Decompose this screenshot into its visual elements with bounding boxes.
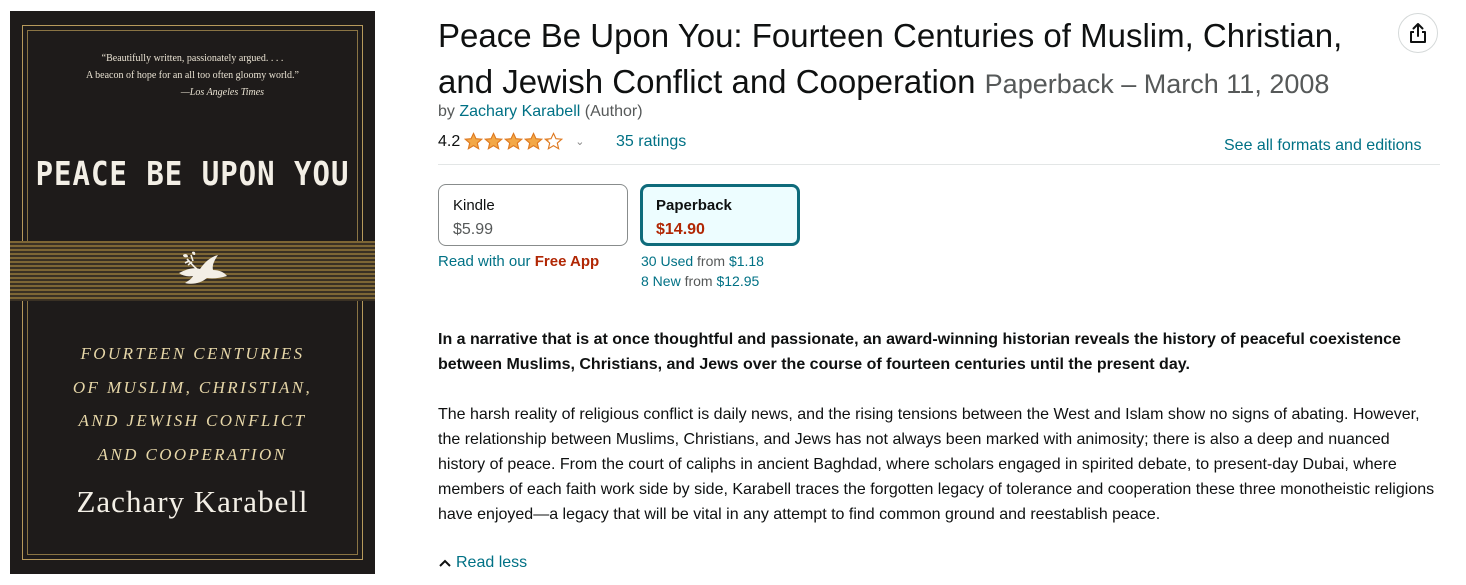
- format-name: Kindle: [453, 197, 495, 214]
- cover-quote: “Beautifully written, passionately argue…: [10, 50, 375, 101]
- offer-label: 8 New: [641, 273, 681, 289]
- format-price: $5.99: [453, 221, 494, 238]
- offer-price: $12.95: [716, 273, 760, 289]
- share-icon: [1410, 23, 1426, 43]
- chevron-up-icon: [439, 559, 451, 567]
- format-price: $14.90: [656, 221, 705, 238]
- new-offers-link[interactable]: 8 New from $12.95: [641, 273, 759, 289]
- rating-value: 4.2: [438, 132, 461, 150]
- cover-quote-line: “Beautifully written, passionately argue…: [101, 53, 284, 64]
- author-role: (Author): [584, 103, 643, 120]
- star-icon: [464, 132, 484, 150]
- kindle-free-app-link[interactable]: Read with our Free App: [438, 253, 599, 270]
- ratings-count-link[interactable]: 35 ratings: [616, 133, 686, 151]
- star-icon: [504, 132, 524, 150]
- offer-price: $1.18: [728, 253, 764, 269]
- description-lead: In a narrative that is at once thoughtfu…: [438, 331, 1401, 373]
- description-body: The harsh reality of religious conflict …: [438, 406, 1435, 523]
- cover-title: PEACE BE UPON YOU: [35, 154, 350, 194]
- book-cover-image[interactable]: “Beautifully written, passionately argue…: [10, 11, 375, 574]
- cover-subtitle-line: AND COOPERATION: [97, 444, 288, 464]
- rating-widget[interactable]: 4.2 ⌄: [438, 132, 584, 151]
- dove-icon: [179, 251, 227, 284]
- share-button[interactable]: [1398, 13, 1438, 53]
- chevron-down-icon[interactable]: ⌄: [575, 135, 584, 148]
- offer-label: 30 Used: [641, 253, 694, 269]
- cover-subtitle: FOURTEEN CENTURIES OF MUSLIM, CHRISTIAN,…: [10, 337, 375, 471]
- cover-quote-line: A beacon of hope for an all too often gl…: [86, 70, 299, 81]
- star-icon: [544, 132, 564, 150]
- product-title-block: Peace Be Upon You: Fourteen Centuries of…: [438, 13, 1398, 107]
- author-link[interactable]: Zachary Karabell: [459, 103, 580, 120]
- read-less-label: Read less: [456, 554, 528, 571]
- cover-subtitle-line: OF MUSLIM, CHRISTIAN,: [72, 377, 313, 397]
- kindle-read-prefix: Read with our: [438, 253, 531, 270]
- format-swatch-kindle[interactable]: Kindle $5.99: [438, 184, 628, 246]
- cover-subtitle-line: AND JEWISH CONFLICT: [78, 411, 307, 430]
- format-name: Paperback: [656, 197, 732, 214]
- format-date: Paperback – March 11, 2008: [984, 69, 1330, 99]
- byline-prefix: by: [438, 103, 455, 120]
- format-swatch-paperback[interactable]: Paperback $14.90: [640, 184, 800, 246]
- used-offers-link[interactable]: 30 Used from $1.18: [641, 253, 764, 269]
- cover-author: Zachary Karabell: [76, 484, 309, 519]
- star-icon: [524, 132, 544, 150]
- see-all-formats-link[interactable]: See all formats and editions: [1224, 137, 1421, 155]
- cover-quote-attribution: —Los Angeles Times: [180, 87, 265, 98]
- offer-from: from: [697, 253, 726, 269]
- divider: [438, 164, 1440, 165]
- byline: by Zachary Karabell (Author): [438, 103, 643, 121]
- offer-from: from: [684, 273, 713, 289]
- star-rating: [464, 132, 564, 151]
- read-less-link[interactable]: Read less: [438, 554, 527, 572]
- free-app-label: Free App: [534, 253, 600, 270]
- star-icon: [484, 132, 504, 150]
- cover-subtitle-line: FOURTEEN CENTURIES: [80, 344, 305, 363]
